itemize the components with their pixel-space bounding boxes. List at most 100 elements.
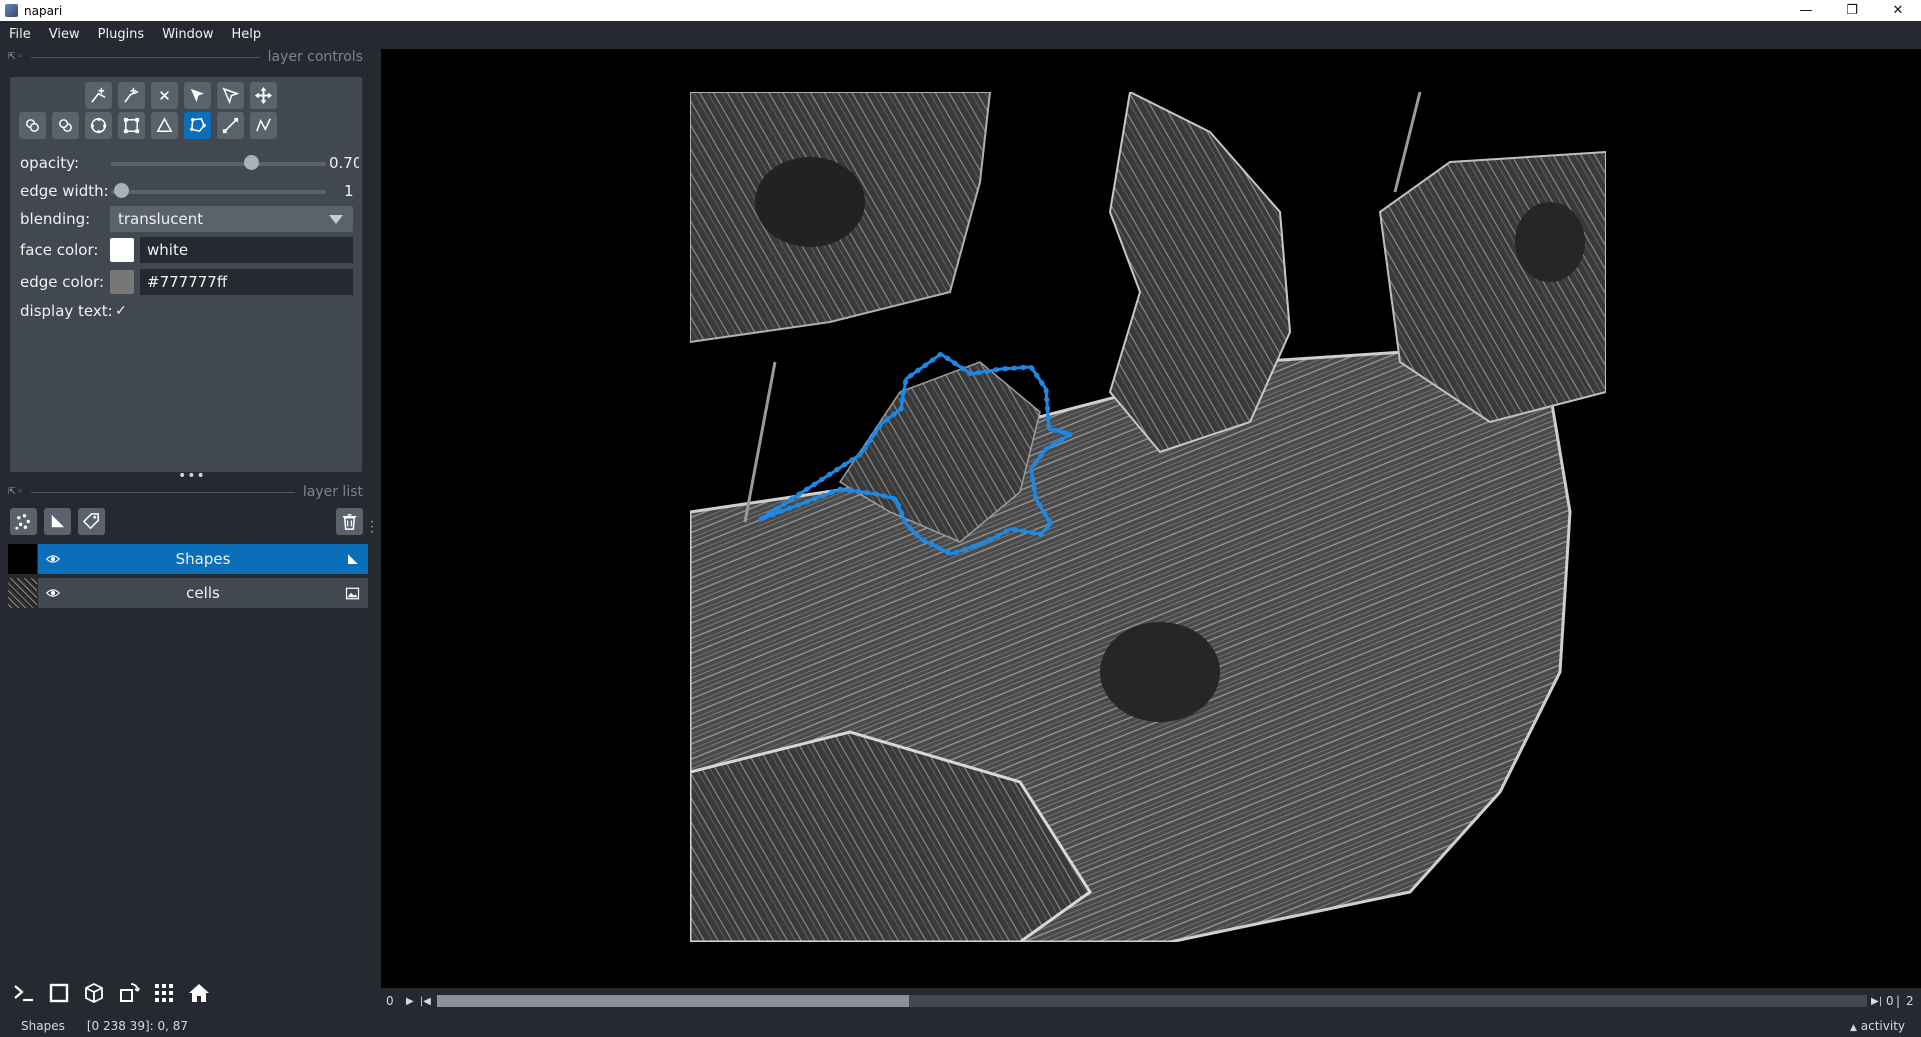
close-icon xyxy=(160,91,169,100)
pan-zoom-button[interactable] xyxy=(250,82,277,109)
layer-item[interactable]: cells xyxy=(38,578,368,608)
add-ellipse-button[interactable] xyxy=(85,112,112,139)
shapes-icon xyxy=(51,514,65,528)
path-icon xyxy=(256,118,271,132)
edge-color-swatch[interactable] xyxy=(110,270,134,294)
ellipse-icon xyxy=(90,117,107,134)
menu-file[interactable]: File xyxy=(0,27,40,42)
select-arrow-icon xyxy=(190,88,205,103)
points-icon xyxy=(15,514,30,530)
console-button[interactable] xyxy=(10,979,38,1007)
add-polygon-lasso-button[interactable] xyxy=(184,112,211,139)
direct-select-button[interactable] xyxy=(217,82,244,109)
line-icon xyxy=(222,117,239,134)
move-arrows-icon xyxy=(254,86,273,105)
restore-button[interactable]: ❐ xyxy=(1829,0,1875,21)
add-line-button[interactable] xyxy=(217,112,244,139)
layer-buttons-row xyxy=(10,508,363,538)
minimize-button[interactable]: — xyxy=(1783,0,1829,21)
opacity-label: opacity: xyxy=(20,154,80,172)
layer-list-menu-handle[interactable]: · · · xyxy=(370,516,374,538)
menu-bar: File View Plugins Window Help xyxy=(0,21,1921,47)
activity-button[interactable]: ▲ activity xyxy=(1850,1019,1905,1033)
edge-color-label: edge color: xyxy=(20,273,104,291)
image-icon xyxy=(345,587,360,600)
shape-polygon-lasso[interactable] xyxy=(381,49,1921,988)
square-icon xyxy=(49,983,69,1003)
select-shape-button[interactable] xyxy=(184,82,211,109)
layer-item[interactable]: Shapes xyxy=(38,544,368,574)
viewer-buttons xyxy=(10,979,213,1007)
grid-view-button[interactable] xyxy=(150,979,178,1007)
display-text-checkbox[interactable]: ✓ xyxy=(112,302,130,320)
opacity-slider[interactable] xyxy=(111,162,326,166)
layer-list-dock-title: ⇱◦ layer list xyxy=(8,484,363,500)
move-to-front-button[interactable] xyxy=(19,112,46,139)
cube-icon xyxy=(85,982,103,1004)
chevron-up-icon: ▲ xyxy=(1850,1023,1857,1033)
dims-slider-bar: 0 ▶ |◀ ▶| 0 | 2 xyxy=(381,990,1921,1012)
toggle-ndisplay-button[interactable] xyxy=(45,979,73,1007)
step-back-button[interactable]: |◀ xyxy=(420,996,431,1007)
move-back-icon xyxy=(59,119,72,132)
layer-name: Shapes xyxy=(175,550,231,568)
home-icon xyxy=(189,984,209,1002)
step-forward-button[interactable]: ▶| xyxy=(1871,996,1882,1007)
play-button[interactable]: ▶ xyxy=(406,996,414,1007)
status-layer-name: Shapes xyxy=(21,1019,65,1033)
edge-width-slider[interactable] xyxy=(111,190,326,194)
insert-vertex-button[interactable] xyxy=(85,82,112,109)
layer-row-shapes[interactable]: Shapes xyxy=(8,544,368,574)
chevron-down-icon xyxy=(329,215,343,224)
delete-shape-button[interactable] xyxy=(151,82,178,109)
delete-layer-button[interactable] xyxy=(336,508,363,535)
new-shapes-layer-button[interactable] xyxy=(44,508,71,535)
layer-thumbnail xyxy=(8,544,37,574)
transpose-dims-button[interactable] xyxy=(115,979,143,1007)
face-color-field[interactable]: white xyxy=(140,237,353,263)
close-button[interactable]: ✕ xyxy=(1875,0,1921,21)
layer-controls-title: layer controls xyxy=(267,49,363,65)
window-title: napari xyxy=(24,3,63,18)
reset-view-button[interactable] xyxy=(185,979,213,1007)
dock-float-icon[interactable]: ⇱◦ xyxy=(8,52,25,62)
dock-float-icon-2[interactable]: ⇱◦ xyxy=(8,487,25,497)
grid-icon xyxy=(155,984,173,1002)
new-points-layer-button[interactable] xyxy=(10,508,37,535)
menu-plugins[interactable]: Plugins xyxy=(89,27,154,42)
dims-position: 0 xyxy=(1886,994,1894,1008)
dock-resize-handle[interactable]: ••• xyxy=(178,468,206,484)
move-to-back-button[interactable] xyxy=(52,112,79,139)
status-bar: Shapes [0 238 39]: 0, 87 ▲ activity xyxy=(0,1015,1921,1037)
triangle-icon xyxy=(156,117,173,132)
status-coordinates: [0 238 39]: 0, 87 xyxy=(86,1019,189,1033)
terminal-icon xyxy=(14,985,33,1002)
dims-slider-track[interactable] xyxy=(437,995,1867,1007)
menu-view[interactable]: View xyxy=(40,27,89,42)
napari-logo-icon xyxy=(5,4,18,17)
blending-dropdown[interactable]: translucent xyxy=(110,206,353,232)
polygon-lasso-icon xyxy=(190,118,206,133)
add-vertex-button[interactable] xyxy=(118,82,145,109)
menu-window[interactable]: Window xyxy=(153,27,222,42)
edge-width-slider-handle[interactable] xyxy=(114,183,129,198)
menu-help[interactable]: Help xyxy=(222,27,270,42)
insert-vertex-icon xyxy=(91,87,106,103)
move-front-icon xyxy=(26,119,39,132)
direct-select-icon xyxy=(222,87,240,105)
layer-name: cells xyxy=(186,584,220,602)
add-path-button[interactable] xyxy=(250,112,277,139)
add-polygon-button[interactable] xyxy=(151,112,178,139)
layer-row-cells[interactable]: cells xyxy=(8,578,368,608)
new-labels-layer-button[interactable] xyxy=(78,508,105,535)
edge-color-field[interactable]: #777777ff xyxy=(140,269,353,295)
transpose-icon xyxy=(120,983,140,1002)
tag-icon xyxy=(82,513,99,530)
face-color-swatch[interactable] xyxy=(110,238,134,262)
dims-slider-handle[interactable] xyxy=(437,995,909,1007)
opacity-slider-handle[interactable] xyxy=(244,155,259,170)
add-rectangle-button[interactable] xyxy=(118,112,145,139)
viewer-canvas[interactable] xyxy=(381,49,1921,988)
roll-dims-button[interactable] xyxy=(80,979,108,1007)
edge-width-value: 1 xyxy=(344,182,354,200)
